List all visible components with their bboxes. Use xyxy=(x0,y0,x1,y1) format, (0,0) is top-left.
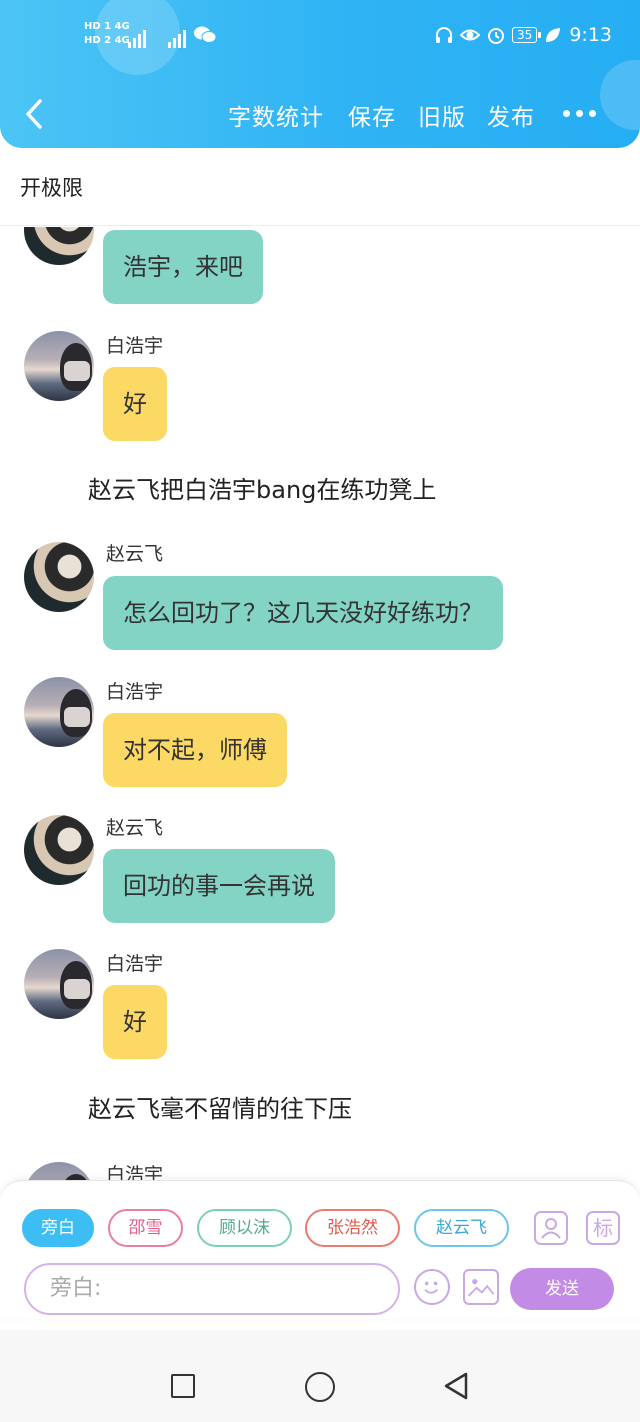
character-chip[interactable]: 张浩然 xyxy=(305,1209,400,1247)
alarm-icon xyxy=(488,28,505,44)
chat-list[interactable]: 浩宇，来吧 白浩宇 好 赵云飞把白浩宇bang在练功凳上 赵云飞 怎么回功了？这… xyxy=(0,227,640,1184)
narration-text[interactable]: 赵云飞把白浩宇bang在练功凳上 xyxy=(88,470,436,505)
network-indicator: HD 1 4G HD 2 4G xyxy=(84,20,130,48)
battery-icon: 35 xyxy=(512,27,542,43)
avatar[interactable] xyxy=(24,542,94,612)
character-chip[interactable]: 赵云飞 xyxy=(414,1209,509,1247)
message-bubble[interactable]: 好 xyxy=(103,985,167,1059)
sender-name: 白浩宇 xyxy=(106,335,164,357)
status-icons: 35 9:13 xyxy=(434,24,612,46)
network-top: HD 1 4G xyxy=(84,21,130,32)
message-input[interactable]: 旁白: xyxy=(24,1263,400,1315)
send-button[interactable]: 发送 xyxy=(510,1268,614,1310)
character-chip[interactable]: 顾以沫 xyxy=(197,1209,292,1247)
person-card-icon[interactable] xyxy=(534,1211,568,1245)
word-count-button[interactable]: 字数统计 xyxy=(228,98,324,132)
publish-button[interactable]: 发布 xyxy=(487,98,535,132)
input-panel: 旁白 邵雪 顾以沫 张浩然 赵云飞 标 旁白: 发送 xyxy=(0,1180,640,1319)
more-dots-icon[interactable] xyxy=(560,102,600,126)
avatar[interactable] xyxy=(24,331,94,401)
clock: 9:13 xyxy=(569,24,612,46)
message-bubble[interactable]: 好 xyxy=(103,367,167,441)
sender-name: 赵云飞 xyxy=(106,817,164,839)
avatar[interactable] xyxy=(24,815,94,885)
sender-name: 白浩宇 xyxy=(106,953,164,975)
message-bubble[interactable]: 对不起，师傅 xyxy=(103,713,287,787)
sender-name: 赵云飞 xyxy=(106,543,164,565)
leaf-icon xyxy=(546,28,561,42)
home-icon[interactable] xyxy=(305,1372,335,1402)
sender-name: 白浩宇 xyxy=(106,681,164,703)
save-button[interactable]: 保存 xyxy=(348,98,396,132)
wechat-icon xyxy=(194,26,216,43)
message-bubble[interactable]: 怎么回功了？这几天没好好练功？ xyxy=(103,576,503,650)
back-triangle-icon[interactable] xyxy=(440,1370,472,1402)
status-bar: HD 1 4G HD 2 4G 35 9:13 xyxy=(0,18,640,58)
narration-text[interactable]: 赵云飞毫不留情的往下压 xyxy=(88,1089,352,1124)
smiley-icon[interactable] xyxy=(414,1269,450,1305)
character-chip-narrator[interactable]: 旁白 xyxy=(22,1209,94,1247)
image-icon[interactable] xyxy=(463,1269,499,1305)
avatar[interactable] xyxy=(24,949,94,1019)
message-bubble[interactable]: 回功的事一会再说 xyxy=(103,849,335,923)
toolbar: 字数统计 保存 旧版 发布 xyxy=(0,94,640,134)
avatar[interactable] xyxy=(24,227,94,265)
headphones-icon xyxy=(436,27,453,43)
recent-apps-icon[interactable] xyxy=(171,1374,195,1398)
chevron-left-icon[interactable] xyxy=(20,96,50,132)
avatar[interactable] xyxy=(24,677,94,747)
app-header: HD 1 4G HD 2 4G 35 9:13 字数统计 保存 旧版 发布 xyxy=(0,0,640,148)
tag-icon[interactable]: 标 xyxy=(586,1211,620,1245)
old-version-button[interactable]: 旧版 xyxy=(418,98,466,132)
system-nav-bar xyxy=(0,1330,640,1422)
network-bottom: HD 2 4G xyxy=(84,35,130,46)
character-chip[interactable]: 邵雪 xyxy=(108,1209,183,1247)
eye-icon xyxy=(460,29,481,41)
story-title[interactable]: 开极限 xyxy=(20,172,83,202)
message-bubble[interactable]: 浩宇，来吧 xyxy=(103,230,263,304)
story-title-bar: 开极限 xyxy=(0,148,640,226)
